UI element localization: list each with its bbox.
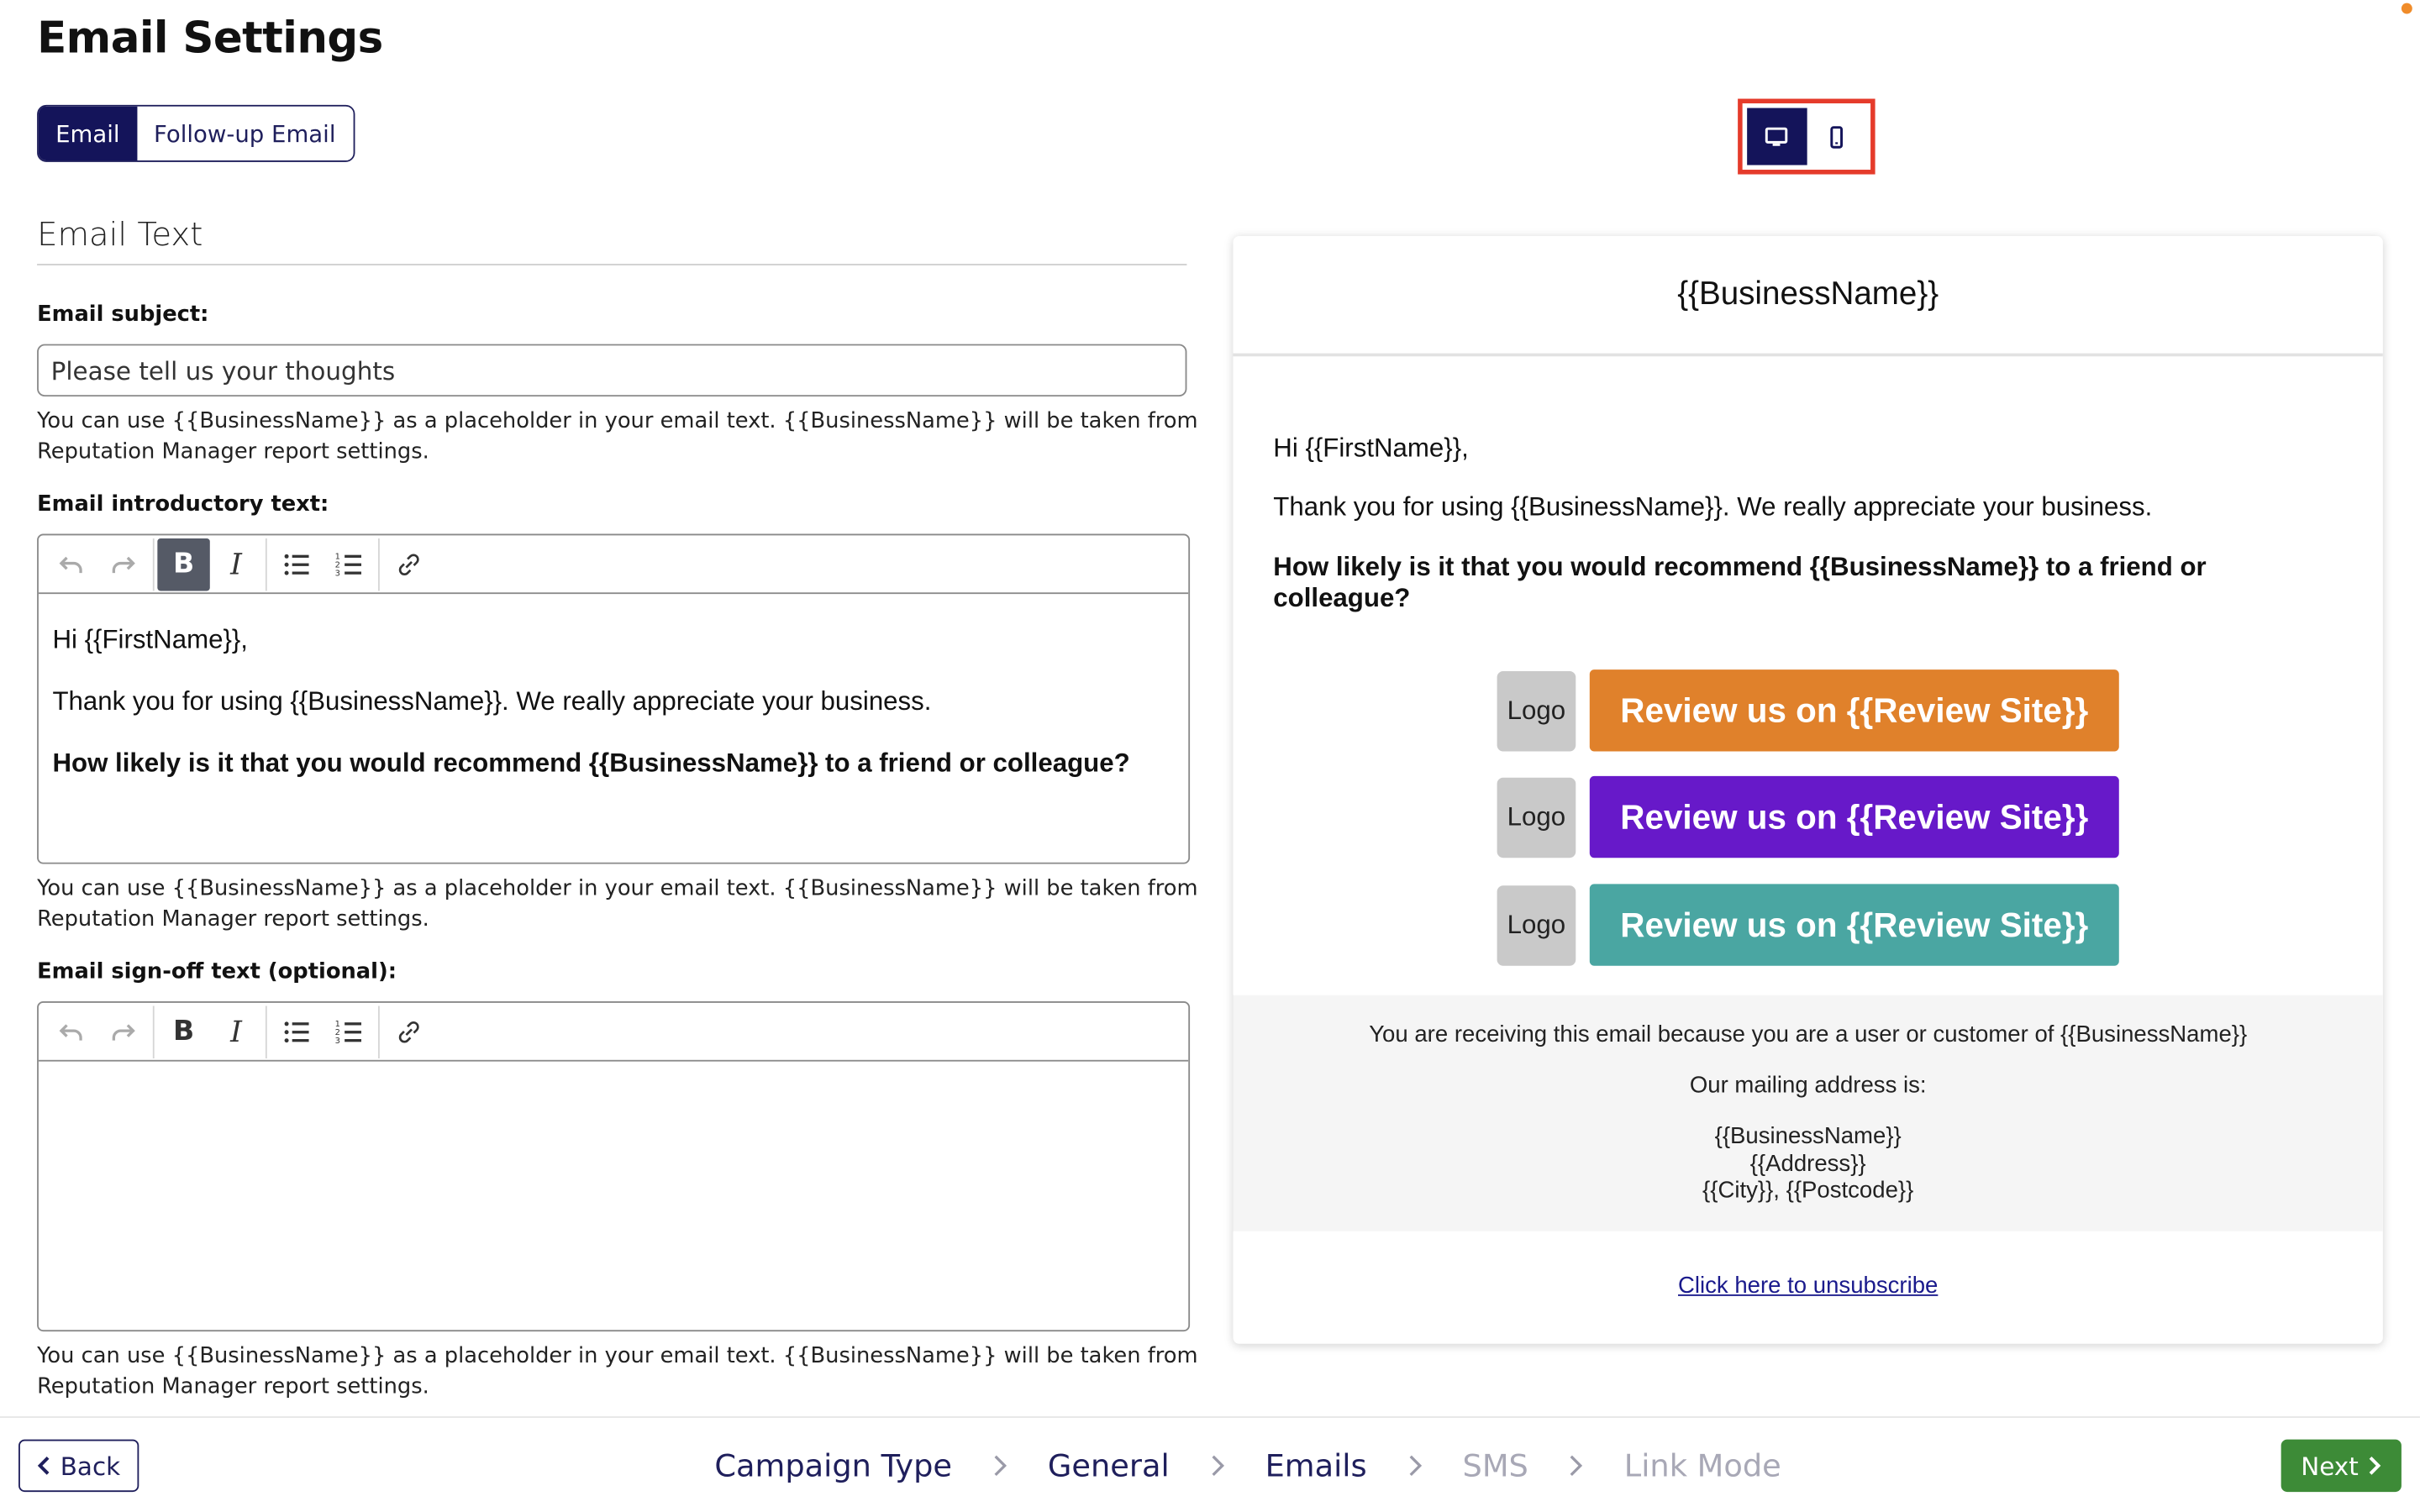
mobile-icon <box>1829 125 1843 148</box>
bold-icon[interactable]: B <box>157 538 210 591</box>
intro-editor: B I 123 Hi {{FirstName}}, Thank you for … <box>37 533 1191 864</box>
review-row: Logo Review us on {{Review Site}} <box>1497 669 2119 752</box>
footer-address: {{BusinessName}} {{Address}} {{City}}, {… <box>1234 1123 2383 1204</box>
review-row: Logo Review us on {{Review Site}} <box>1497 775 2119 858</box>
toolbar-divider <box>152 538 155 591</box>
intro-help-text: You can use {{BusinessName}} as a placeh… <box>37 876 1198 932</box>
chevron-right-icon <box>992 1455 1007 1477</box>
preview-greeting: Hi {{FirstName}}, <box>1273 433 1469 464</box>
subject-input[interactable] <box>37 344 1187 397</box>
notification-dot <box>2401 3 2412 14</box>
chevron-right-icon <box>2369 1457 2381 1475</box>
review-button[interactable]: Review us on {{Review Site}} <box>1589 669 2119 752</box>
review-button[interactable]: Review us on {{Review Site}} <box>1589 884 2119 966</box>
signoff-toolbar: B I 123 <box>38 1003 1189 1062</box>
bulleted-list-icon[interactable] <box>270 1005 322 1058</box>
section-title: Email Text <box>37 216 203 254</box>
italic-icon[interactable]: I <box>210 538 262 590</box>
svg-text:3: 3 <box>335 1036 340 1045</box>
numbered-list-icon[interactable]: 123 <box>323 1005 375 1058</box>
footer-mailing-label: Our mailing address is: <box>1689 1072 1927 1099</box>
intro-line-greeting: Hi {{FirstName}}, <box>52 624 248 654</box>
undo-icon[interactable] <box>45 538 97 590</box>
back-button[interactable]: Back <box>18 1439 139 1493</box>
chevron-right-icon <box>1569 1455 1584 1477</box>
desktop-icon <box>1765 126 1788 145</box>
review-row: Logo Review us on {{Review Site}} <box>1497 884 2119 966</box>
review-button[interactable]: Review us on {{Review Site}} <box>1589 775 2119 858</box>
redo-icon[interactable] <box>97 538 150 590</box>
page-title: Email Settings <box>37 12 383 64</box>
subject-label: Email subject: <box>37 302 209 328</box>
toolbar-divider <box>377 1005 380 1058</box>
step-general[interactable]: General <box>1048 1447 1170 1484</box>
signoff-editor-content[interactable] <box>39 1062 1188 1324</box>
address-line: {{City}}, {{Postcode}} <box>1702 1177 1914 1204</box>
toolbar-divider <box>152 1005 155 1058</box>
email-preview: {{BusinessName}} Hi {{FirstName}}, Thank… <box>1233 236 2383 1344</box>
tab-email[interactable]: Email <box>38 106 137 161</box>
intro-line-thanks: Thank you for using {{BusinessName}}. We… <box>52 686 932 717</box>
signoff-editor: B I 123 <box>37 1001 1191 1332</box>
intro-line-question: How likely is it that you would recommen… <box>52 748 1130 778</box>
intro-label: Email introductory text: <box>37 491 329 517</box>
toolbar-divider <box>265 538 267 591</box>
toolbar-divider <box>377 538 380 591</box>
review-site-logo: Logo <box>1497 670 1576 751</box>
undo-icon[interactable] <box>45 1005 97 1058</box>
step-sms[interactable]: SMS <box>1463 1447 1528 1484</box>
chevron-right-icon <box>1209 1455 1224 1477</box>
email-tabs: Email Follow-up Email <box>37 104 355 162</box>
preview-footer: You are receiving this email because you… <box>1233 995 2383 1231</box>
italic-icon[interactable]: I <box>210 1005 262 1058</box>
step-link-mode[interactable]: Link Mode <box>1624 1447 1781 1484</box>
mobile-preview-button[interactable] <box>1806 108 1866 165</box>
intro-toolbar: B I 123 <box>38 535 1189 595</box>
section-divider <box>37 264 1187 265</box>
review-site-logo: Logo <box>1497 776 1576 858</box>
link-icon[interactable] <box>383 538 435 590</box>
footer-reason: You are receiving this email because you… <box>1369 1021 2248 1048</box>
signoff-label: Email sign-off text (optional): <box>37 959 397 984</box>
device-toggle <box>1738 98 1876 175</box>
desktop-preview-button[interactable] <box>1747 108 1807 165</box>
step-campaign-type[interactable]: Campaign Type <box>714 1447 952 1484</box>
redo-icon[interactable] <box>97 1005 150 1058</box>
step-emails[interactable]: Emails <box>1265 1447 1367 1484</box>
preview-header: {{BusinessName}} <box>1233 236 2383 357</box>
chevron-left-icon <box>37 1457 50 1475</box>
tab-follow-up-email[interactable]: Follow-up Email <box>136 106 353 161</box>
review-site-logo: Logo <box>1497 885 1576 965</box>
preview-question: How likely is it that you would recommen… <box>1273 552 2207 613</box>
svg-text:3: 3 <box>335 569 340 578</box>
intro-editor-content[interactable]: Hi {{FirstName}}, Thank you for using {{… <box>39 594 1188 821</box>
address-line: {{Address}} <box>1749 1150 1866 1177</box>
next-button-label: Next <box>2301 1451 2359 1481</box>
bold-icon[interactable]: B <box>157 1005 209 1058</box>
numbered-list-icon[interactable]: 123 <box>323 538 375 590</box>
toolbar-divider <box>265 1005 267 1058</box>
unsubscribe-link[interactable]: Click here to unsubscribe <box>1234 1273 2383 1299</box>
chevron-right-icon <box>1407 1455 1422 1477</box>
preview-thanks: Thank you for using {{BusinessName}}. We… <box>1273 491 2153 522</box>
link-icon[interactable] <box>383 1005 435 1058</box>
back-button-label: Back <box>60 1451 121 1481</box>
signoff-help-text: You can use {{BusinessName}} as a placeh… <box>37 1343 1198 1399</box>
subject-help-text: You can use {{BusinessName}} as a placeh… <box>37 408 1198 465</box>
bulleted-list-icon[interactable] <box>270 538 322 590</box>
address-line: {{BusinessName}} <box>1714 1123 1902 1150</box>
next-button[interactable]: Next <box>2281 1439 2402 1493</box>
wizard-steps: Campaign Type General Emails SMS Link Mo… <box>714 1444 1781 1487</box>
